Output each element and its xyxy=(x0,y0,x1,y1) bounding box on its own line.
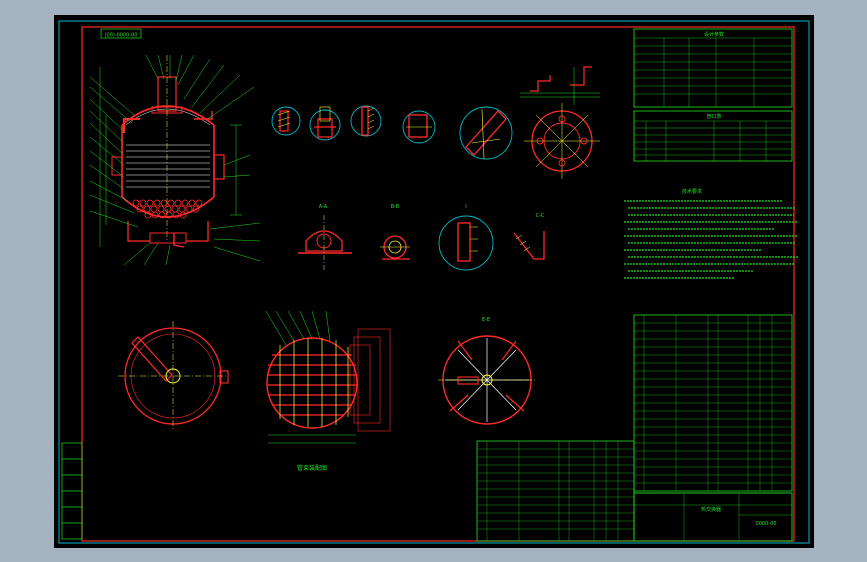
technical-requirements: 技术要求 xyxy=(624,188,798,279)
nozzle-table: 管口表 xyxy=(633,110,793,162)
parts-list-lower xyxy=(476,440,635,542)
title-block: 热交换器 0000-00 xyxy=(633,492,793,542)
section-views-row2: A-A B-B I C-C xyxy=(298,204,545,271)
left-revision-strip xyxy=(61,442,83,540)
design-params-table: 设计参数 xyxy=(633,28,793,108)
section-label-aa: A-A xyxy=(319,204,328,210)
tech-req-title: 技术要求 xyxy=(682,188,702,195)
sheet-border xyxy=(58,20,810,544)
title-block-name: 热交换器 xyxy=(701,506,721,513)
design-params-title: 设计参数 xyxy=(704,31,724,38)
section-label-i: I xyxy=(465,204,466,210)
detail-views-row1 xyxy=(271,66,600,179)
bottom-plan-views: 管束装配图 E-E xyxy=(118,310,536,472)
caption-bottom: 管束装配图 xyxy=(297,464,327,472)
drawing-frame xyxy=(81,26,795,542)
cad-viewport[interactable]: (00)-0000-00 A-A B-B I C-C 管束装配图 E-E 设计参… xyxy=(54,15,814,548)
drawing-number: 0000-00 xyxy=(756,521,777,527)
stamp-label: (00)-0000-00 xyxy=(105,33,138,39)
nozzle-table-title: 管口表 xyxy=(706,113,721,120)
parts-list-upper xyxy=(633,314,793,492)
main-vessel-elevation xyxy=(89,54,261,266)
section-label-ee: E-E xyxy=(482,317,490,323)
cad-drawing: (00)-0000-00 A-A B-B I C-C 管束装配图 E-E 设计参… xyxy=(58,20,810,544)
section-label-bb: B-B xyxy=(391,204,400,210)
section-label-cc: C-C xyxy=(536,213,545,219)
